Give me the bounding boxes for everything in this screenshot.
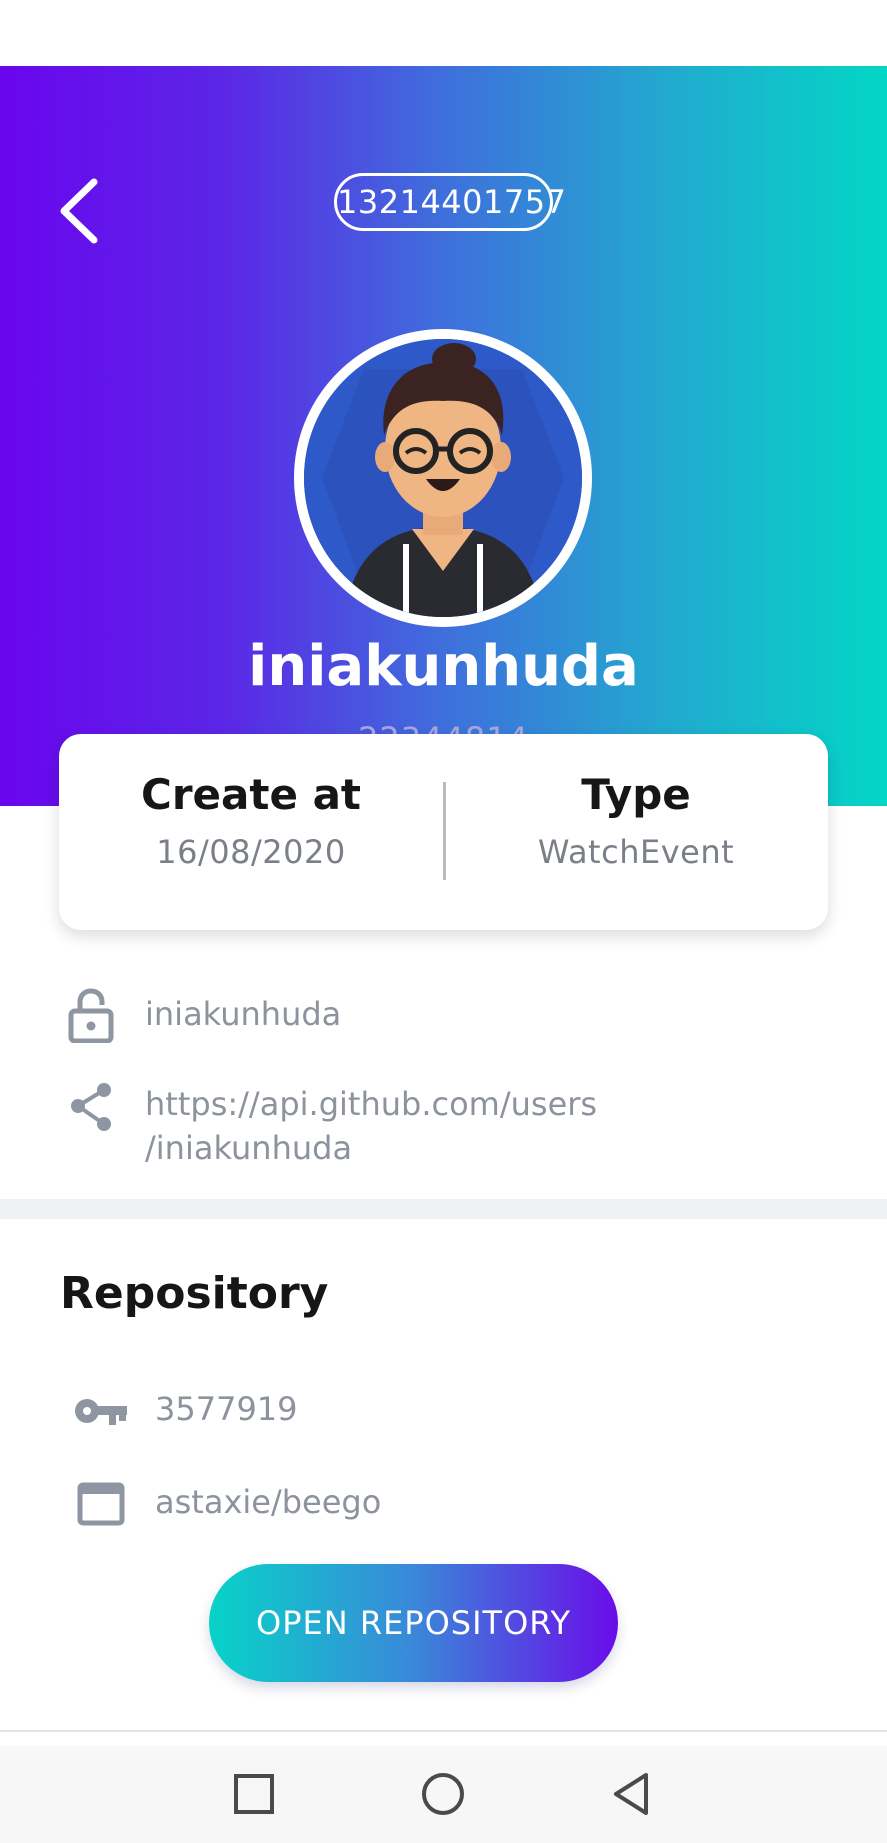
window-icon bbox=[77, 1482, 125, 1526]
status-bar bbox=[0, 0, 887, 66]
url-row: https://api.github.com/users /iniakunhud… bbox=[0, 1080, 887, 1172]
login-text: iniakunhuda bbox=[145, 995, 342, 1033]
home-button[interactable] bbox=[415, 1766, 471, 1822]
type-column: Type WatchEvent bbox=[444, 770, 828, 871]
profile-header: 13214401757 iniakunhuda bbox=[0, 66, 887, 806]
bottom-divider bbox=[0, 1730, 887, 1732]
created-at-label: Create at bbox=[141, 770, 361, 819]
created-at-column: Create at 16/08/2020 bbox=[59, 770, 443, 871]
repo-id-row: 3577919 bbox=[0, 1383, 887, 1439]
type-label: Type bbox=[581, 770, 691, 819]
avatar bbox=[294, 329, 592, 627]
url-link[interactable]: https://api.github.com/users /iniakunhud… bbox=[145, 1082, 597, 1170]
url-line-1: https://api.github.com/users bbox=[145, 1085, 598, 1123]
key-icon bbox=[75, 1399, 127, 1425]
repo-id: 3577919 bbox=[155, 1390, 298, 1428]
event-id-badge: 13214401757 bbox=[334, 173, 566, 231]
event-info-card: Create at 16/08/2020 Type WatchEvent bbox=[59, 734, 828, 930]
system-navigation-bar bbox=[0, 1746, 887, 1843]
back-nav-button[interactable] bbox=[604, 1766, 660, 1822]
chevron-left-icon bbox=[60, 178, 98, 244]
repo-name: astaxie/beego bbox=[155, 1483, 382, 1521]
section-divider bbox=[0, 1199, 887, 1219]
created-at-value: 16/08/2020 bbox=[156, 833, 346, 871]
circle-icon bbox=[422, 1773, 464, 1815]
repository-title: Repository bbox=[60, 1268, 329, 1319]
username: iniakunhuda bbox=[248, 634, 639, 699]
back-button[interactable] bbox=[54, 176, 106, 246]
login-row: iniakunhuda bbox=[0, 985, 887, 1045]
lock-icon bbox=[68, 988, 114, 1043]
repo-name-row: astaxie/beego bbox=[0, 1476, 887, 1532]
url-line-2: /iniakunhuda bbox=[145, 1129, 353, 1167]
type-value: WatchEvent bbox=[537, 833, 735, 871]
avatar-illustration bbox=[304, 339, 582, 617]
square-icon bbox=[234, 1774, 274, 1814]
open-repository-button[interactable]: OPEN REPOSITORY bbox=[209, 1564, 618, 1682]
recents-button[interactable] bbox=[226, 1766, 282, 1822]
share-icon bbox=[71, 1083, 111, 1131]
triangle-back-icon bbox=[614, 1773, 648, 1815]
